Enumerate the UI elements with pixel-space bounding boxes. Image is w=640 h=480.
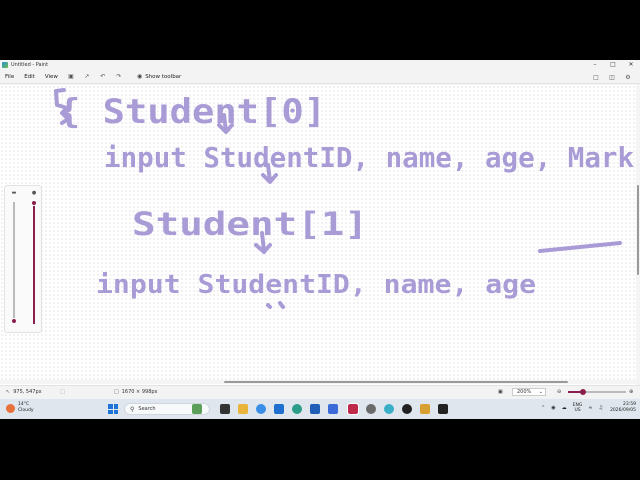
show-toolbar-button[interactable]: ◉ Show toolbar <box>137 73 181 80</box>
chrome-icon[interactable] <box>384 404 394 414</box>
ink-dash <box>538 241 622 253</box>
weather-icon <box>6 403 15 413</box>
brush-size-slider[interactable]: ▬ <box>9 190 19 330</box>
terminal-icon[interactable] <box>438 404 448 414</box>
horizontal-scrollbar[interactable] <box>0 380 640 384</box>
wifi-icon[interactable]: ≈ <box>588 405 592 411</box>
menubar-right: □ ◫ ⚙ <box>588 72 636 82</box>
zoom-out-icon[interactable]: ⊖ <box>557 389 561 395</box>
window-controls: – □ ✕ <box>586 60 640 70</box>
handwriting-ink: { Student[0] input StudentID, name, age, … <box>54 88 634 309</box>
brush-size-thumb[interactable] <box>11 318 17 324</box>
layers-icon[interactable]: ◫ <box>607 72 617 82</box>
zoom-slider-thumb[interactable] <box>580 389 586 395</box>
settings-taskbar-icon[interactable] <box>366 404 376 414</box>
horizontal-scroll-thumb[interactable] <box>224 381 568 383</box>
undo-icon[interactable]: ↶ <box>98 72 108 82</box>
chevron-down-icon: ⌄ <box>538 389 543 395</box>
vertical-scroll-thumb[interactable] <box>637 185 639 275</box>
comment-icon[interactable]: □ <box>591 72 601 82</box>
browser-icon[interactable] <box>292 404 302 414</box>
handwritten-line-2: Student[1] <box>132 205 368 243</box>
menu-file[interactable]: File <box>0 74 19 80</box>
window-title: Untitled - Paint <box>11 62 49 68</box>
canvas-size-icon: □ <box>114 389 119 395</box>
settings-icon[interactable]: ⚙ <box>623 72 633 82</box>
search-icon: ⚲ <box>130 405 135 413</box>
weather-desc: Cloudy <box>18 408 34 413</box>
chevron-up-icon[interactable]: ⌃ <box>541 405 545 411</box>
opacity-thumb[interactable] <box>31 200 37 206</box>
language-indicator[interactable]: ENG US <box>573 403 583 413</box>
menu-view[interactable]: View <box>40 74 63 80</box>
taskbar: 14°C Cloudy ⚲ Search ⌃ ◉ ☁ ENG US ≈ ♫ 23… <box>0 399 640 419</box>
handwritten-line-3: input StudentID, name, age <box>96 270 536 300</box>
menu-edit[interactable]: Edit <box>19 74 40 80</box>
opacity-slider[interactable]: ● <box>29 190 39 330</box>
show-toolbar-label: Show toolbar <box>145 73 182 80</box>
canvas-size: 1670 × 998px <box>121 389 158 395</box>
start-button[interactable] <box>108 404 118 414</box>
paint-taskbar-icon[interactable] <box>347 403 359 415</box>
app-icon-extra[interactable] <box>420 404 430 414</box>
fit-to-window-icon[interactable]: ▣ <box>498 389 503 395</box>
cursor-icon: ↖ <box>6 389 11 395</box>
search-placeholder: Search <box>138 406 156 412</box>
zoom-slider[interactable] <box>568 389 626 395</box>
tray-app-icon[interactable]: ◉ <box>551 405 555 411</box>
minimize-button[interactable]: – <box>586 60 604 70</box>
ink-dot <box>266 301 285 309</box>
paint-app-icon <box>2 62 8 68</box>
mail-icon[interactable] <box>310 404 320 414</box>
volume-icon[interactable]: ♫ <box>599 405 603 411</box>
share-icon[interactable]: ↗ <box>82 72 92 82</box>
close-button[interactable]: ✕ <box>622 60 640 70</box>
file-explorer-icon[interactable] <box>238 404 248 414</box>
drawing-canvas[interactable]: { Student[0] input StudentID, name, age, … <box>0 85 636 385</box>
cloud-icon[interactable]: ☁ <box>562 405 567 411</box>
zoom-level-value: 200% <box>517 389 532 395</box>
status-bar: ↖ 975, 547px ⬚ □ 1670 × 998px ▣ 200% ⌄ ⊖… <box>0 385 640 397</box>
teams-icon[interactable] <box>328 404 338 414</box>
media-player-icon[interactable] <box>402 404 412 414</box>
store-icon[interactable] <box>274 404 284 414</box>
handwritten-line-1: input StudentID, name, age, Mark <box>104 141 634 174</box>
zoom-in-icon[interactable]: ⊕ <box>629 389 633 395</box>
redo-icon[interactable]: ↷ <box>114 72 124 82</box>
zoom-level-select[interactable]: 200% ⌄ <box>512 388 546 396</box>
region-code: US <box>574 408 581 413</box>
handwritten-line-0: { Student[0] <box>58 92 326 132</box>
canvas-area: { Student[0] input StudentID, name, age, … <box>0 85 640 385</box>
opacity-icon: ● <box>31 190 37 196</box>
widgets-icon[interactable] <box>192 404 202 414</box>
menu-bar: File Edit View ▣ ↗ ↶ ↷ ◉ Show toolbar □ … <box>0 70 640 84</box>
title-bar: Untitled - Paint – □ ✕ <box>0 60 640 70</box>
brush-size-icon: ▬ <box>11 190 17 196</box>
clock[interactable]: 23:59 2026/09/05 <box>610 402 636 414</box>
paint-window: Untitled - Paint – □ ✕ File Edit View ▣ … <box>0 60 640 419</box>
selection-icon: ⬚ <box>60 389 65 395</box>
cursor-position: 975, 547px <box>13 389 42 395</box>
save-icon[interactable]: ▣ <box>66 72 76 82</box>
weather-widget[interactable]: 14°C Cloudy <box>6 402 34 414</box>
system-tray: ⌃ ◉ ☁ ENG US ≈ ♫ 23:59 2026/09/05 <box>538 402 636 414</box>
zoom-slider-panel: ▬ ● <box>4 185 42 333</box>
maximize-button[interactable]: □ <box>604 60 622 70</box>
edge-icon[interactable] <box>256 404 266 414</box>
eye-icon: ◉ <box>136 73 143 80</box>
vertical-scrollbar[interactable] <box>636 85 640 385</box>
task-view-icon[interactable] <box>220 404 230 414</box>
clock-date: 2026/09/05 <box>610 408 636 413</box>
